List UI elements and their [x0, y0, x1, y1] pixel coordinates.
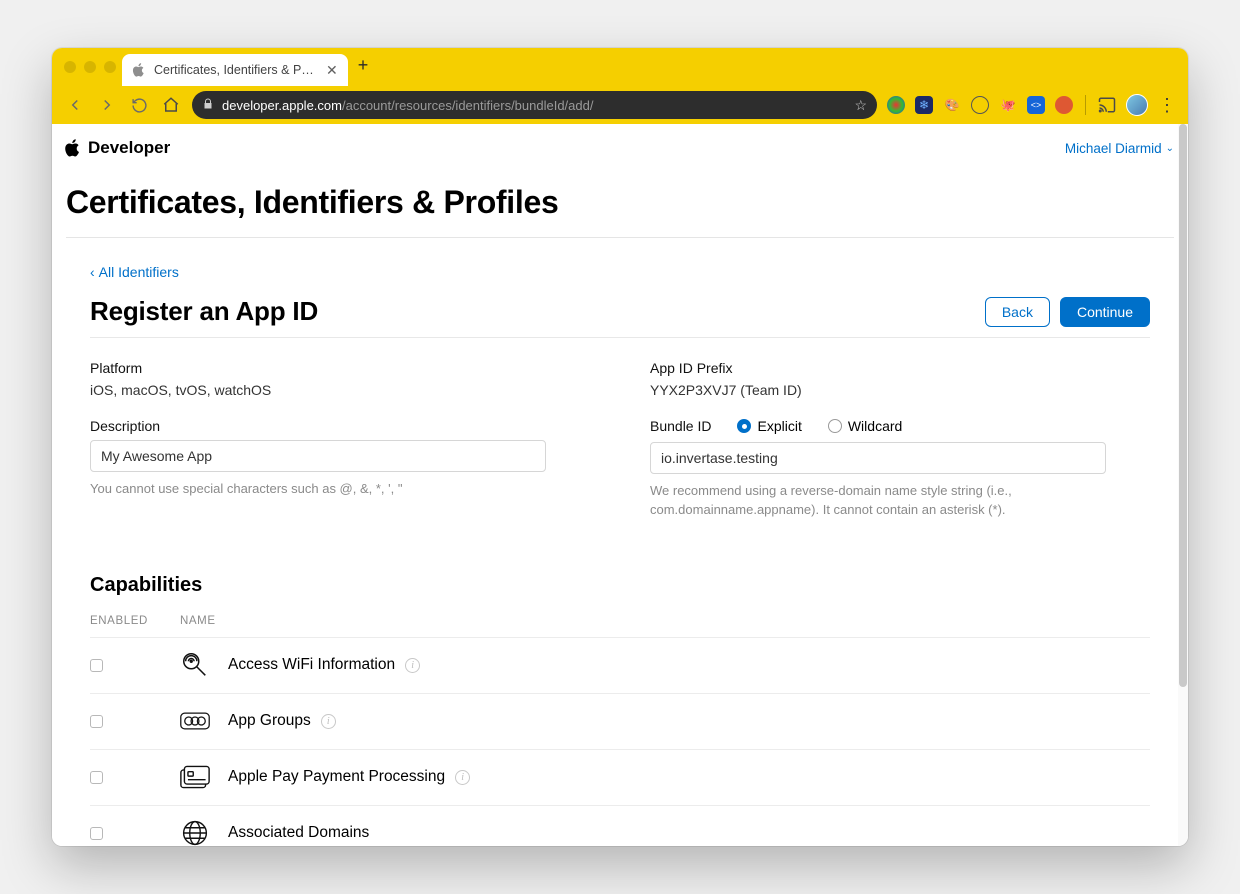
profile-avatar[interactable] — [1126, 94, 1148, 116]
scrollbar[interactable] — [1178, 124, 1188, 846]
extension-icon[interactable] — [887, 96, 905, 114]
apple-pay-icon — [180, 762, 210, 792]
lock-icon — [202, 98, 214, 113]
platform-label: Platform — [90, 360, 590, 376]
forward-nav-button[interactable] — [96, 94, 118, 116]
browser-tabbar: Certificates, Identifiers & Profiles ✕ + — [52, 48, 1188, 86]
scrollbar-thumb[interactable] — [1179, 124, 1187, 687]
capability-name: Associated Domains — [228, 824, 369, 842]
section-title: Register an App ID — [90, 296, 318, 327]
back-nav-button[interactable] — [64, 94, 86, 116]
capability-row: App Groups i — [90, 693, 1150, 749]
window-minimize-dot[interactable] — [84, 61, 96, 73]
col-enabled: ENABLED — [90, 615, 180, 627]
capabilities-title: Capabilities — [90, 574, 1150, 597]
prefix-label: App ID Prefix — [650, 360, 1150, 376]
page-viewport: Developer Michael Diarmid ⌄ Certificates… — [52, 124, 1188, 846]
app-groups-icon — [180, 706, 210, 736]
apple-favicon — [132, 63, 146, 77]
info-icon[interactable]: i — [405, 658, 420, 673]
window-zoom-dot[interactable] — [104, 61, 116, 73]
description-helper: You cannot use special characters such a… — [90, 480, 570, 499]
capability-row: Apple Pay Payment Processing i — [90, 749, 1150, 805]
extension-icon[interactable]: ❄ — [915, 96, 933, 114]
capability-row: Associated Domains — [90, 805, 1150, 846]
prefix-value: YYX2P3XVJ7 (Team ID) — [650, 382, 1150, 398]
capability-name: Apple Pay Payment Processing — [228, 768, 445, 786]
back-button[interactable]: Back — [985, 297, 1050, 327]
browser-tab[interactable]: Certificates, Identifiers & Profiles ✕ — [122, 54, 348, 86]
extension-icon[interactable]: 🎨 — [943, 96, 961, 114]
url-text: developer.apple.com/account/resources/id… — [222, 98, 846, 113]
tab-title: Certificates, Identifiers & Profiles — [154, 63, 314, 77]
platform-value: iOS, macOS, tvOS, watchOS — [90, 382, 590, 398]
breadcrumb-label: All Identifiers — [99, 264, 179, 280]
apple-dev-header: Developer Michael Diarmid ⌄ — [52, 124, 1188, 172]
window-controls — [62, 48, 122, 86]
capability-name: App Groups — [228, 712, 311, 730]
extension-icon[interactable] — [1055, 96, 1073, 114]
bookmark-star-icon[interactable]: ☆ — [854, 97, 867, 114]
breadcrumb-back-link[interactable]: ‹ All Identifiers — [90, 264, 179, 280]
capability-checkbox[interactable] — [90, 827, 103, 840]
continue-button[interactable]: Continue — [1060, 297, 1150, 327]
bundle-id-helper: We recommend using a reverse-domain name… — [650, 482, 1130, 520]
cast-icon[interactable] — [1098, 96, 1116, 114]
capability-row: Access WiFi Information i — [90, 637, 1150, 693]
browser-toolbar: developer.apple.com/account/resources/id… — [52, 86, 1188, 124]
account-menu[interactable]: Michael Diarmid ⌄ — [1065, 141, 1174, 156]
divider — [90, 337, 1150, 338]
extension-icon[interactable]: 🐙 — [999, 96, 1017, 114]
browser-menu-button[interactable]: ⋮ — [1158, 95, 1176, 116]
bundle-id-label: Bundle ID — [650, 418, 711, 434]
chevron-down-icon: ⌄ — [1166, 143, 1174, 154]
bundle-wildcard-option[interactable]: Wildcard — [828, 418, 902, 434]
info-icon[interactable]: i — [321, 714, 336, 729]
browser-window: Certificates, Identifiers & Profiles ✕ +… — [52, 48, 1188, 846]
info-icon[interactable]: i — [455, 770, 470, 785]
description-label: Description — [90, 418, 590, 434]
radio-icon — [828, 419, 842, 433]
capability-name: Access WiFi Information — [228, 656, 395, 674]
page-title: Certificates, Identifiers & Profiles — [66, 184, 1174, 221]
col-name: NAME — [180, 615, 1150, 627]
brand-text: Developer — [88, 138, 170, 158]
wifi-search-icon — [180, 650, 210, 680]
user-name: Michael Diarmid — [1065, 141, 1162, 156]
extension-icons: ❄ 🎨 🐙 <> ⋮ — [887, 94, 1176, 116]
bundle-id-input[interactable] — [650, 442, 1106, 474]
globe-icon — [180, 818, 210, 846]
reload-button[interactable] — [128, 94, 150, 116]
home-button[interactable] — [160, 94, 182, 116]
capabilities-header: ENABLED NAME — [90, 615, 1150, 637]
extension-icon[interactable] — [971, 96, 989, 114]
toolbar-separator — [1085, 95, 1086, 115]
extension-icon[interactable]: <> — [1027, 96, 1045, 114]
tab-close-icon[interactable]: ✕ — [326, 62, 338, 79]
capability-checkbox[interactable] — [90, 659, 103, 672]
bundle-explicit-option[interactable]: Explicit — [737, 418, 801, 434]
capability-checkbox[interactable] — [90, 715, 103, 728]
capability-checkbox[interactable] — [90, 771, 103, 784]
address-bar[interactable]: developer.apple.com/account/resources/id… — [192, 91, 877, 119]
apple-developer-logo[interactable]: Developer — [64, 138, 170, 158]
chevron-left-icon: ‹ — [90, 264, 95, 280]
new-tab-button[interactable]: + — [358, 55, 369, 80]
radio-selected-icon — [737, 419, 751, 433]
description-input[interactable] — [90, 440, 546, 472]
window-close-dot[interactable] — [64, 61, 76, 73]
